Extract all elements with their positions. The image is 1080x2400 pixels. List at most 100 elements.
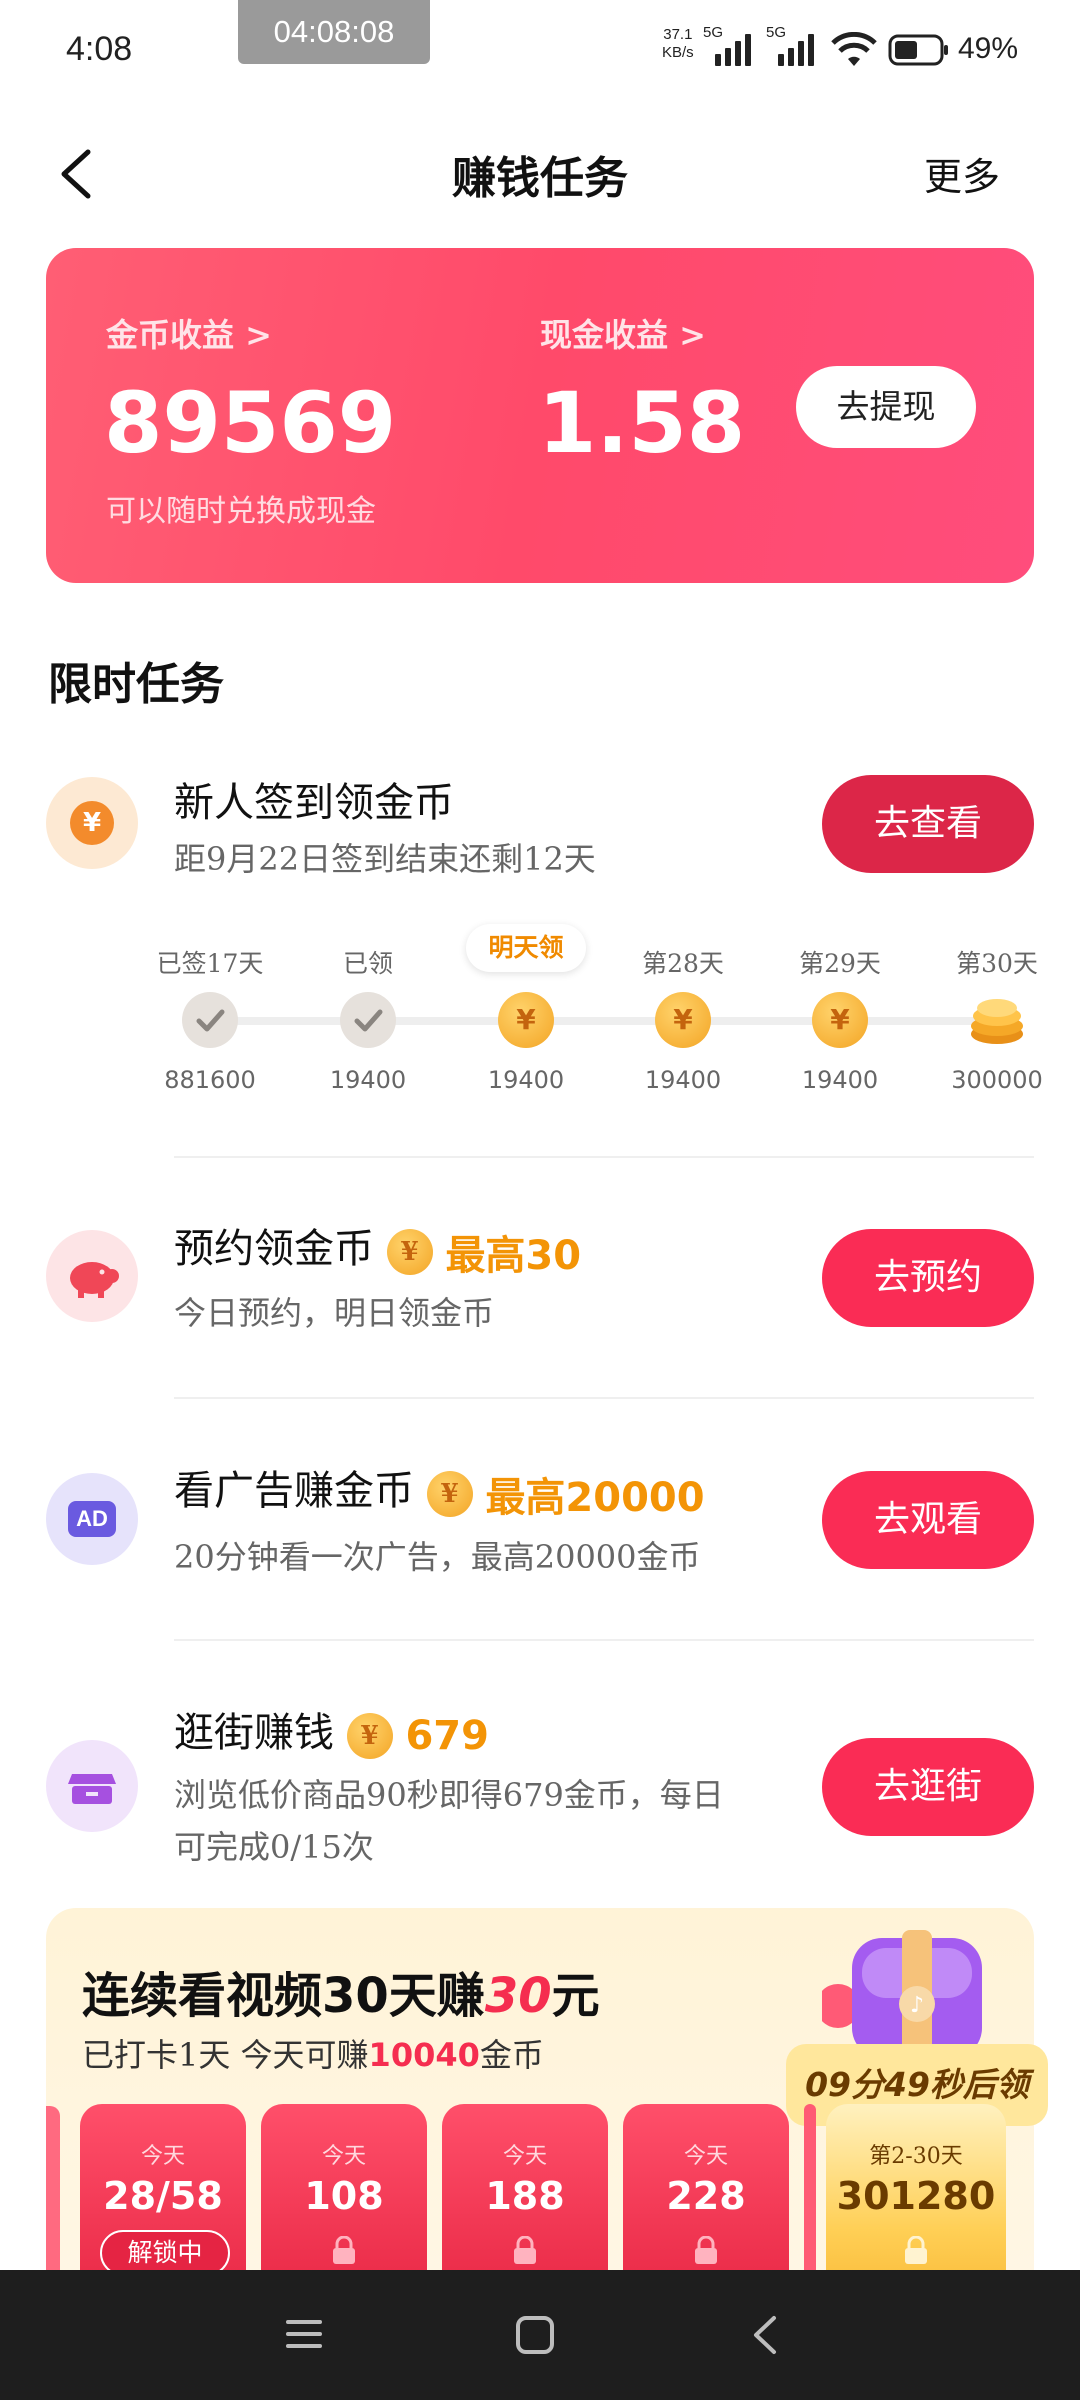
checkmark-icon	[182, 992, 238, 1048]
recording-timer: 04:08:08	[238, 0, 430, 64]
task-icon-checkin: ¥	[46, 777, 138, 869]
task-desc-shop-line1: 浏览低价商品90秒即得679金币，每日	[174, 1776, 724, 1814]
lock-icon	[695, 2236, 717, 2264]
coin-icon: ¥	[426, 1471, 473, 1517]
task-icon-ads: AD	[46, 1473, 138, 1565]
system-nav-bar	[0, 2270, 1080, 2400]
promo-title: 连续看视频30天赚30元	[82, 1956, 600, 2026]
signal-bars-2-icon	[778, 32, 814, 66]
promo-title-text: 连续看视频30天赚	[82, 1968, 485, 2024]
lock-icon	[333, 2236, 355, 2264]
task-title-reserve: 预约领金币 ¥ 最高30	[174, 1216, 581, 1281]
coin-icon: ¥	[386, 1229, 433, 1275]
task-title-text: 逛街赚钱	[174, 1710, 334, 1756]
section-title: 限时任务	[48, 659, 224, 710]
task-reward: 679	[405, 1713, 489, 1759]
task-desc-reserve: 今日预约，明日领金币	[174, 1294, 495, 1332]
task-reward: 最高30	[445, 1233, 582, 1279]
task-title-text: 看广告赚金币	[174, 1468, 414, 1514]
page-title: 赚钱任务	[452, 153, 628, 204]
tomorrow-badge: 明天领	[466, 924, 586, 972]
exchange-note: 可以随时兑换成现金	[106, 494, 376, 529]
net-speed-value: 37.1	[663, 26, 693, 43]
checkmark-icon	[340, 992, 396, 1048]
checkin-day-amount: 881600	[164, 1066, 256, 1094]
cash-earnings-link[interactable]: 现金收益 >	[540, 310, 706, 356]
cash-earnings-value: 1.58	[538, 374, 746, 472]
checkin-day-amount: 19400	[644, 1066, 722, 1094]
coin-earnings-link[interactable]: 金币收益 >	[106, 310, 272, 356]
divider	[174, 1639, 1034, 1641]
coin-icon: ¥	[346, 1713, 393, 1759]
promo-sub-unit: 金币	[479, 2036, 544, 2074]
more-button[interactable]: 更多	[924, 146, 1000, 201]
battery-icon	[888, 34, 948, 66]
checkin-day-amount: 19400	[801, 1066, 879, 1094]
go-shopping-button[interactable]: 去逛街	[822, 1738, 1034, 1836]
coin-earnings-value: 89569	[104, 374, 397, 472]
task-icon-shop	[46, 1740, 138, 1832]
menu-icon[interactable]	[284, 2314, 324, 2354]
status-bar: 4:08 04:08:08 37.1 KB/s 5G 5G 49%	[0, 0, 1080, 90]
coin-stack-icon	[971, 999, 1023, 1044]
lock-icon	[905, 2236, 927, 2264]
promo-title-amount: 30	[484, 1968, 552, 2024]
coin-icon: ¥	[655, 992, 711, 1048]
coin-icon: ¥	[498, 992, 554, 1048]
coin-icon: ¥	[812, 992, 868, 1048]
tile-day: 今天	[683, 2144, 728, 2169]
checkin-day-amount: 300000	[951, 1066, 1043, 1094]
checkin-day-label: 已签17天	[156, 949, 264, 978]
shop-icon	[68, 1774, 116, 1804]
home-icon[interactable]	[514, 2314, 556, 2356]
task-desc-ads: 20分钟看一次广告，最高20000金币	[174, 1538, 701, 1576]
checkin-progress-track	[210, 1017, 1010, 1025]
task-icon-reserve	[46, 1230, 138, 1322]
piggy-bank-icon	[70, 1262, 119, 1298]
svg-text:♪: ♪	[910, 1993, 924, 2018]
net-speed-unit: KB/s	[662, 44, 694, 61]
signal-bars-1-icon	[715, 32, 751, 66]
promo-title-unit: 元	[551, 1968, 600, 2024]
task-title-ads: 看广告赚金币 ¥ 最高20000	[174, 1458, 705, 1523]
tile-day: 今天	[140, 2144, 185, 2169]
earnings-card: 金币收益 > 89569 现金收益 > 1.58 可以随时兑换成现金 去提现	[46, 248, 1034, 583]
checkin-day-label: 已领	[342, 949, 393, 978]
ad-icon: AD	[68, 1501, 116, 1537]
task-reward: 最高20000	[485, 1475, 705, 1521]
tile-day: 今天	[502, 2144, 547, 2169]
checkin-day-label: 第28天	[642, 949, 724, 978]
tile-value: 188	[485, 2174, 565, 2218]
divider	[174, 1156, 1034, 1158]
checkin-day-label: 第30天	[956, 949, 1038, 978]
promo-subtitle: 已打卡1天 今天可赚10040金币	[82, 2030, 544, 2076]
task-desc-checkin: 距9月22日签到结束还剩12天	[174, 840, 596, 878]
promo-sub-text: 已打卡1天 今天可赚	[82, 2036, 369, 2074]
reserve-button[interactable]: 去预约	[822, 1229, 1034, 1327]
battery-percent: 49%	[958, 32, 1019, 65]
tile-value: 108	[304, 2174, 384, 2218]
clock: 4:08	[66, 30, 133, 68]
withdraw-button[interactable]: 去提现	[796, 366, 976, 448]
checkin-day-amount: 19400	[329, 1066, 407, 1094]
task-title-shop: 逛街赚钱 ¥ 679	[174, 1700, 489, 1759]
tile-value: 228	[666, 2174, 746, 2218]
checkin-day-amount: 19400	[487, 1066, 565, 1094]
wifi-icon	[831, 32, 877, 66]
watch-ad-button[interactable]: 去观看	[822, 1471, 1034, 1569]
promo-sub-amount: 10040	[368, 2036, 480, 2074]
task-title-checkin: 新人签到领金币	[174, 780, 454, 826]
tile-day: 第2-30天	[869, 2144, 963, 2169]
tile-day: 今天	[321, 2144, 366, 2169]
back-nav-icon[interactable]	[750, 2314, 780, 2356]
tile-value: 301280	[836, 2174, 996, 2218]
network-speed: 37.1 KB/s	[662, 26, 694, 62]
coin-icon: ¥	[70, 801, 114, 845]
divider	[174, 1397, 1034, 1399]
view-checkin-button[interactable]: 去查看	[822, 775, 1034, 873]
lock-icon	[514, 2236, 536, 2264]
checkin-day-label: 第29天	[799, 949, 881, 978]
task-title-text: 预约领金币	[174, 1226, 374, 1272]
tile-value: 28/58	[103, 2174, 223, 2218]
task-desc-shop-line2: 可完成0/15次	[174, 1828, 374, 1866]
